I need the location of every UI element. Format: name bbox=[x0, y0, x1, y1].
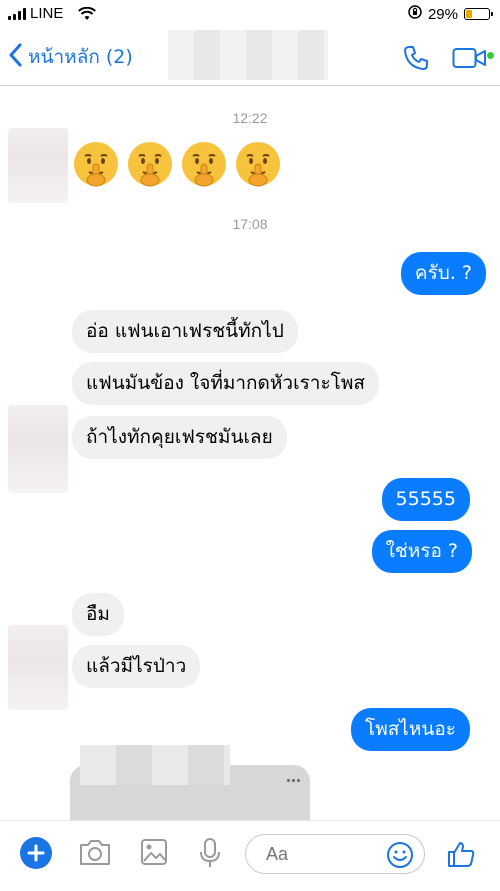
signal-strength-icon bbox=[8, 8, 26, 20]
microphone-button[interactable] bbox=[198, 837, 222, 873]
emoji-message[interactable] bbox=[72, 140, 282, 188]
outgoing-message[interactable]: โพสไหนอะ bbox=[350, 708, 470, 751]
message-input-box[interactable] bbox=[245, 834, 425, 874]
shushing-face-emoji bbox=[234, 140, 282, 188]
like-thumbs-up-icon[interactable] bbox=[446, 839, 476, 873]
header-actions bbox=[402, 44, 494, 76]
outgoing-message[interactable]: ใช่หรอ ? bbox=[371, 530, 472, 573]
camera-button[interactable] bbox=[78, 837, 112, 871]
add-button[interactable] bbox=[20, 837, 52, 873]
incoming-message[interactable]: อืม bbox=[72, 593, 124, 636]
outgoing-message[interactable]: 55555 bbox=[381, 478, 470, 521]
timestamp: 17:08 bbox=[232, 216, 268, 232]
carrier-name: LINE bbox=[30, 5, 64, 22]
wifi-icon bbox=[78, 6, 96, 25]
incoming-message[interactable]: แฟนมันข้อง ใจที่มากดหัวเราะโพส bbox=[72, 362, 379, 405]
outgoing-message[interactable]: ครับ. ? bbox=[400, 252, 486, 295]
incoming-message[interactable]: อ่อ แฟนเอาเฟรชนี้ทักไป bbox=[72, 310, 298, 353]
contact-avatar-redacted[interactable] bbox=[8, 128, 68, 203]
status-right: 29% bbox=[408, 5, 493, 23]
contact-avatar-redacted[interactable] bbox=[8, 625, 68, 710]
emoji-button[interactable] bbox=[386, 841, 414, 873]
incoming-message[interactable]: ถ้าไงทักคุยเฟรชมันเลย bbox=[72, 416, 287, 459]
chevron-left-icon bbox=[8, 43, 22, 72]
shared-post-redacted bbox=[80, 745, 230, 785]
message-input[interactable] bbox=[266, 844, 376, 865]
more-options-icon[interactable] bbox=[287, 779, 300, 782]
contact-name-redacted[interactable] bbox=[168, 30, 328, 80]
phone-call-button[interactable] bbox=[402, 44, 430, 76]
conversation-header: หน้าหลัก (2) bbox=[0, 30, 500, 86]
status-bar: LINE 29% bbox=[0, 0, 500, 30]
contact-avatar-redacted[interactable] bbox=[8, 405, 68, 493]
incoming-message[interactable]: แล้วมีไรป่าว bbox=[72, 645, 201, 688]
back-button[interactable]: หน้าหลัก (2) bbox=[8, 42, 133, 72]
composer-bar bbox=[0, 820, 500, 891]
timestamp: 12:22 bbox=[232, 110, 268, 126]
orientation-lock-icon bbox=[408, 5, 422, 23]
shushing-face-emoji bbox=[180, 140, 228, 188]
back-label: หน้าหลัก (2) bbox=[28, 46, 133, 68]
gallery-button[interactable] bbox=[140, 837, 168, 871]
video-call-button[interactable] bbox=[452, 46, 494, 74]
battery-percentage: 29% bbox=[427, 5, 458, 23]
shushing-face-emoji bbox=[126, 140, 174, 188]
shushing-face-emoji bbox=[72, 140, 120, 188]
online-status-dot bbox=[487, 52, 494, 59]
battery-icon bbox=[464, 8, 493, 20]
